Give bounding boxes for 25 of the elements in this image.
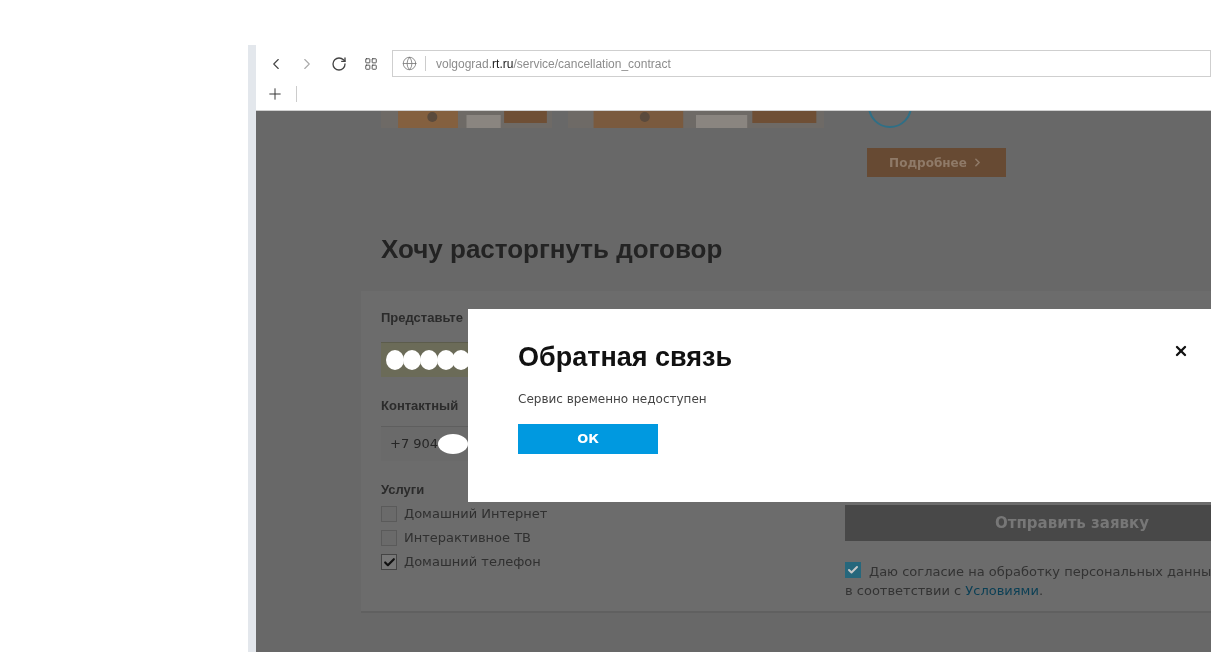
grid-icon[interactable] — [364, 56, 378, 71]
checkbox-label: Домашний Интернет — [404, 505, 548, 524]
address-bar[interactable]: volgograd.rt.ru/service/cancellation_contract — [392, 50, 1211, 77]
new-tab-icon[interactable] — [266, 85, 284, 103]
reload-icon[interactable] — [331, 55, 347, 72]
globe-icon — [402, 56, 417, 71]
dialog-title: Обратная связь — [518, 341, 733, 374]
field-label: Представьте — [381, 309, 463, 327]
phone-value: +7 904 — [390, 435, 439, 454]
check-icon — [847, 564, 859, 576]
consent-text: в соответствии с Условиями. — [845, 581, 1044, 600]
check-icon — [382, 555, 396, 569]
terms-link[interactable]: Условиями — [965, 582, 1039, 598]
checkbox-label: Интерактивное ТВ — [404, 529, 531, 548]
page-heading: Хочу расторгнуть договор — [381, 234, 724, 264]
checkbox[interactable] — [381, 554, 397, 570]
checkbox-label: Домашний телефон — [404, 553, 541, 572]
consent-text: Даю согласие на обработку персональных данны — [869, 563, 1211, 581]
close-icon[interactable] — [1173, 343, 1189, 359]
ok-button[interactable]: ОК — [518, 424, 658, 454]
dialog-message: Сервис временно недоступен — [518, 391, 708, 408]
consent-checkbox[interactable] — [845, 562, 861, 578]
field-label: Контактный — [381, 396, 459, 415]
url-text: volgograd.rt.ru/service/cancellation_contract — [436, 55, 671, 73]
section-label: Услуги — [381, 481, 425, 499]
